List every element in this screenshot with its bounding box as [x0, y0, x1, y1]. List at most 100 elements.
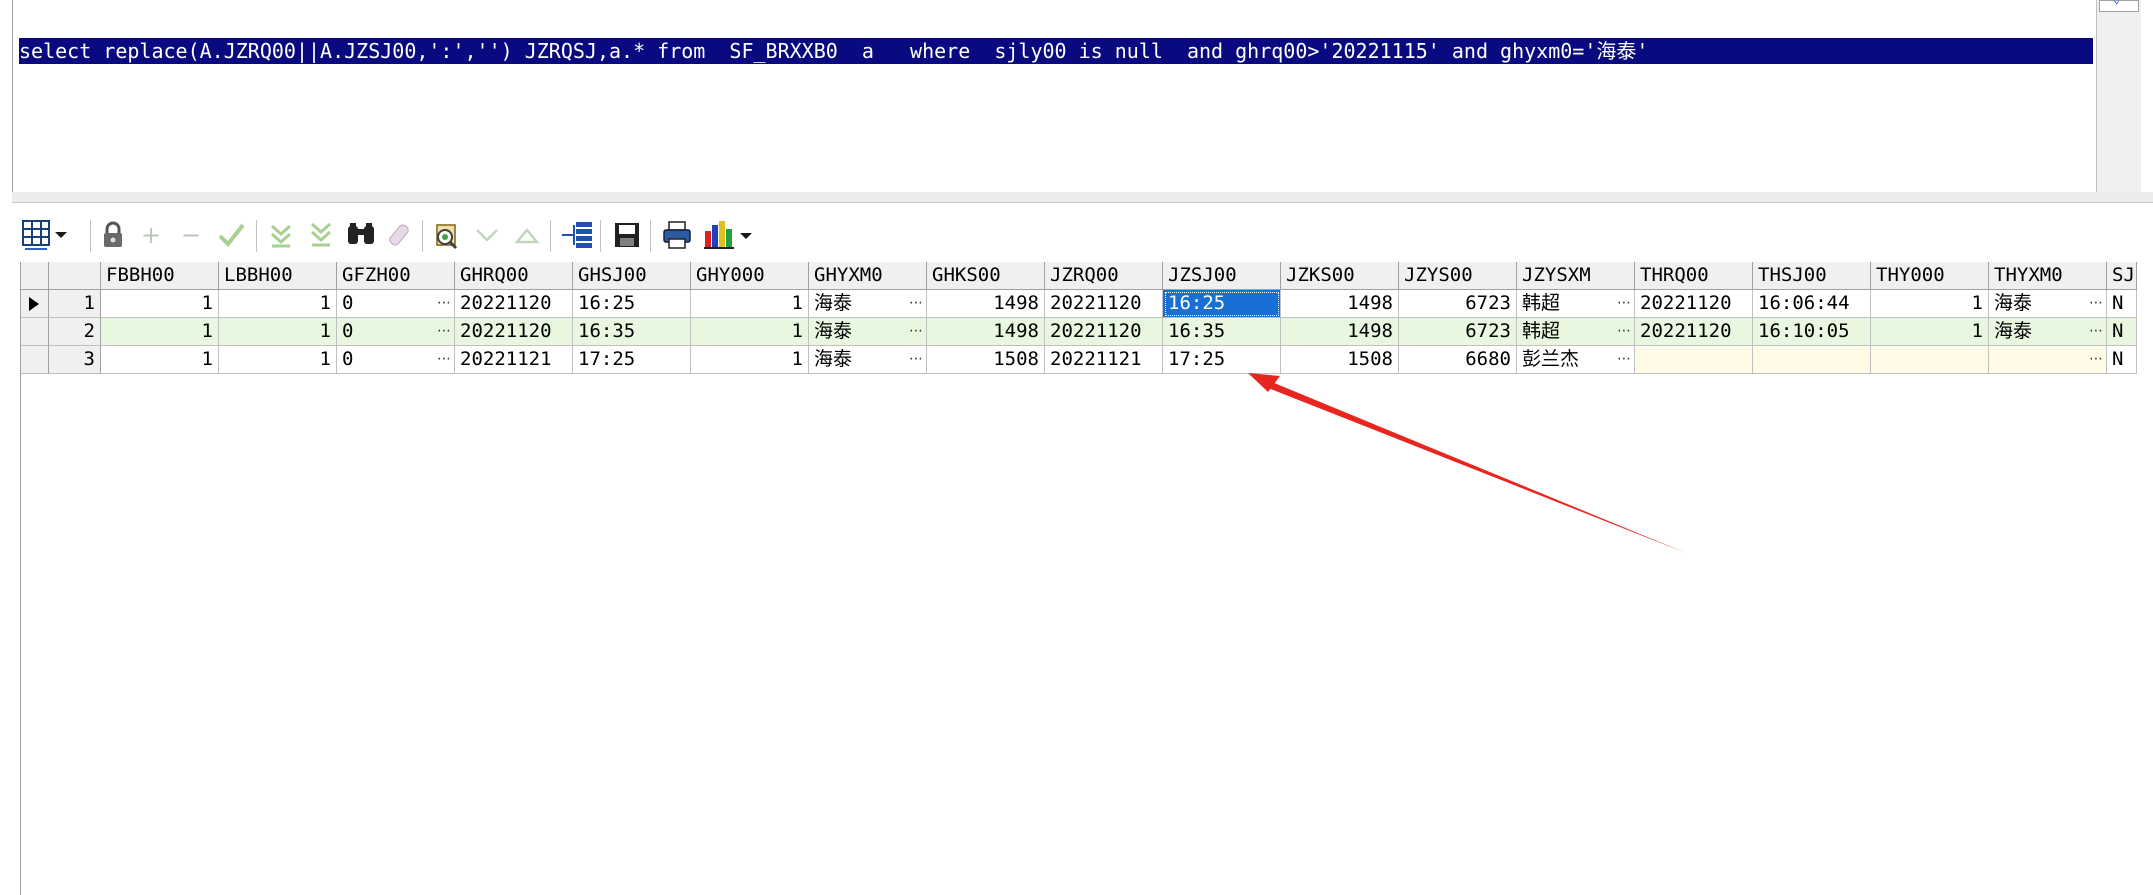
cell-jzks00[interactable]: 1508: [1281, 346, 1399, 374]
column-header-thrq00[interactable]: THRQ00: [1635, 262, 1753, 290]
column-header-ghy000[interactable]: GHY000: [691, 262, 809, 290]
cell-jzrq00[interactable]: 20221120: [1045, 290, 1163, 318]
column-header-thy000[interactable]: THY000: [1871, 262, 1989, 290]
chart-icon[interactable]: [702, 218, 758, 252]
cell-thy000[interactable]: 1: [1871, 290, 1989, 318]
sql-text-selected[interactable]: select replace(A.JZRQ00||A.JZSJ00,':',''…: [19, 38, 2093, 64]
cell-lbbh00[interactable]: 1: [219, 346, 337, 374]
cell-ghrq00[interactable]: 20221120: [455, 318, 573, 346]
print-icon[interactable]: [660, 218, 694, 252]
cell-jzys00[interactable]: 6680: [1399, 346, 1517, 374]
column-header-ghrq00[interactable]: GHRQ00: [455, 262, 573, 290]
cell-ghrq00[interactable]: 20221120: [455, 290, 573, 318]
ellipsis-button-icon[interactable]: ⋯: [437, 290, 451, 317]
row-indicator[interactable]: [21, 346, 49, 374]
cell-thy000[interactable]: 1: [1871, 318, 1989, 346]
cell-gfzh00[interactable]: 0 ⋯: [337, 346, 455, 374]
cell-fbbh00[interactable]: 1: [101, 318, 219, 346]
cell-ghrq00[interactable]: 20221121: [455, 346, 573, 374]
cell-thyxm0[interactable]: ⋯: [1989, 346, 2107, 374]
chevron-down-icon[interactable]: ⌄: [2113, 0, 2123, 5]
post-icon[interactable]: [214, 218, 248, 252]
cell-fbbh00[interactable]: 1: [101, 346, 219, 374]
cell-jzrq00[interactable]: 20221120: [1045, 318, 1163, 346]
ellipsis-button-icon[interactable]: ⋯: [1617, 290, 1631, 317]
fetch-all-icon[interactable]: [304, 218, 338, 252]
cell-thrq00[interactable]: [1635, 346, 1753, 374]
column-header-lbbh00[interactable]: LBBH00: [219, 262, 337, 290]
cell-thy000[interactable]: [1871, 346, 1989, 374]
cell-ghy000[interactable]: 1: [691, 346, 809, 374]
ellipsis-button-icon[interactable]: ⋯: [2089, 346, 2103, 373]
cell-thsj00[interactable]: 16:06:44: [1753, 290, 1871, 318]
column-header-gfzh00[interactable]: GFZH00: [337, 262, 455, 290]
cell-thsj00[interactable]: 16:10:05: [1753, 318, 1871, 346]
clear-icon[interactable]: [384, 218, 418, 252]
cell-ghsj00[interactable]: 17:25: [573, 346, 691, 374]
cell-ghks00[interactable]: 1498: [927, 318, 1045, 346]
column-header-jzsj00[interactable]: JZSJ00: [1163, 262, 1281, 290]
column-header-fbbh00[interactable]: FBBH00: [101, 262, 219, 290]
column-header-thyxm0[interactable]: THYXM0: [1989, 262, 2107, 290]
add-record-icon[interactable]: +: [134, 218, 168, 252]
cell-ghks00[interactable]: 1508: [927, 346, 1045, 374]
cell-thyxm0[interactable]: 海泰 ⋯: [1989, 290, 2107, 318]
cell-ghy000[interactable]: 1: [691, 290, 809, 318]
column-header-jzrq00[interactable]: JZRQ00: [1045, 262, 1163, 290]
cell-jzysxm[interactable]: 韩超 ⋯: [1517, 290, 1635, 318]
cell-lbbh00[interactable]: 1: [219, 290, 337, 318]
cell-jzys00[interactable]: 6723: [1399, 318, 1517, 346]
column-header-ghyxm0[interactable]: GHYXM0: [809, 262, 927, 290]
cell-jzks00[interactable]: 1498: [1281, 290, 1399, 318]
ellipsis-button-icon[interactable]: ⋯: [1617, 346, 1631, 373]
cell-ghyxm0[interactable]: 海泰 ⋯: [809, 318, 927, 346]
lock-icon[interactable]: [96, 218, 130, 252]
cell-jzsj00[interactable]: 16:35: [1163, 318, 1281, 346]
ellipsis-button-icon[interactable]: ⋯: [437, 318, 451, 345]
sql-editor[interactable]: select replace(A.JZRQ00||A.JZSJ00,':',''…: [12, 0, 2097, 193]
cell-gfzh00[interactable]: 0 ⋯: [337, 290, 455, 318]
column-header-sj[interactable]: SJ: [2107, 262, 2137, 290]
cell-jzrq00[interactable]: 20221121: [1045, 346, 1163, 374]
sort-up-icon[interactable]: [510, 218, 544, 252]
column-header-jzysxm[interactable]: JZYSXM: [1517, 262, 1635, 290]
grid-options-icon[interactable]: [20, 218, 74, 252]
ellipsis-button-icon[interactable]: ⋯: [909, 318, 923, 345]
cell-jzys00[interactable]: 6723: [1399, 290, 1517, 318]
row-indicator[interactable]: [21, 290, 49, 318]
sort-down-icon[interactable]: [470, 218, 504, 252]
cell-ghyxm0[interactable]: 海泰 ⋯: [809, 346, 927, 374]
cell-jzysxm[interactable]: 韩超 ⋯: [1517, 318, 1635, 346]
column-header-jzks00[interactable]: JZKS00: [1281, 262, 1399, 290]
cell-ghsj00[interactable]: 16:35: [573, 318, 691, 346]
cell-ghks00[interactable]: 1498: [927, 290, 1045, 318]
cell-ghyxm0[interactable]: 海泰 ⋯: [809, 290, 927, 318]
cell-thyxm0[interactable]: 海泰 ⋯: [1989, 318, 2107, 346]
find-icon[interactable]: [344, 218, 378, 252]
cell-thsj00[interactable]: [1753, 346, 1871, 374]
cell-lbbh00[interactable]: 1: [219, 318, 337, 346]
ellipsis-button-icon[interactable]: ⋯: [1617, 318, 1631, 345]
cell-sj[interactable]: N: [2107, 346, 2137, 374]
column-header-ghsj00[interactable]: GHSJ00: [573, 262, 691, 290]
row-indicator[interactable]: [21, 318, 49, 346]
query-by-example-icon[interactable]: [430, 218, 464, 252]
pane-splitter[interactable]: [12, 192, 2153, 203]
ellipsis-button-icon[interactable]: ⋯: [437, 346, 451, 373]
cell-thrq00[interactable]: 20221120: [1635, 290, 1753, 318]
cell-jzysxm[interactable]: 彭兰杰 ⋯: [1517, 346, 1635, 374]
cell-fbbh00[interactable]: 1: [101, 290, 219, 318]
cell-gfzh00[interactable]: 0 ⋯: [337, 318, 455, 346]
cell-ghy000[interactable]: 1: [691, 318, 809, 346]
cell-sj[interactable]: N: [2107, 318, 2137, 346]
ellipsis-button-icon[interactable]: ⋯: [909, 346, 923, 373]
column-header-ghks00[interactable]: GHKS00: [927, 262, 1045, 290]
ellipsis-button-icon[interactable]: ⋯: [2089, 290, 2103, 317]
results-grid[interactable]: FBBH00 LBBH00 GFZH00 GHRQ00 GHSJ00 GHY000 GHYX…: [20, 262, 2137, 895]
editor-scrollbar[interactable]: ⌄: [2096, 0, 2141, 192]
delete-record-icon[interactable]: −: [174, 218, 208, 252]
fetch-next-icon[interactable]: [264, 218, 298, 252]
cell-ghsj00[interactable]: 16:25: [573, 290, 691, 318]
column-header-jzys00[interactable]: JZYS00: [1399, 262, 1517, 290]
ellipsis-button-icon[interactable]: ⋯: [2089, 318, 2103, 345]
